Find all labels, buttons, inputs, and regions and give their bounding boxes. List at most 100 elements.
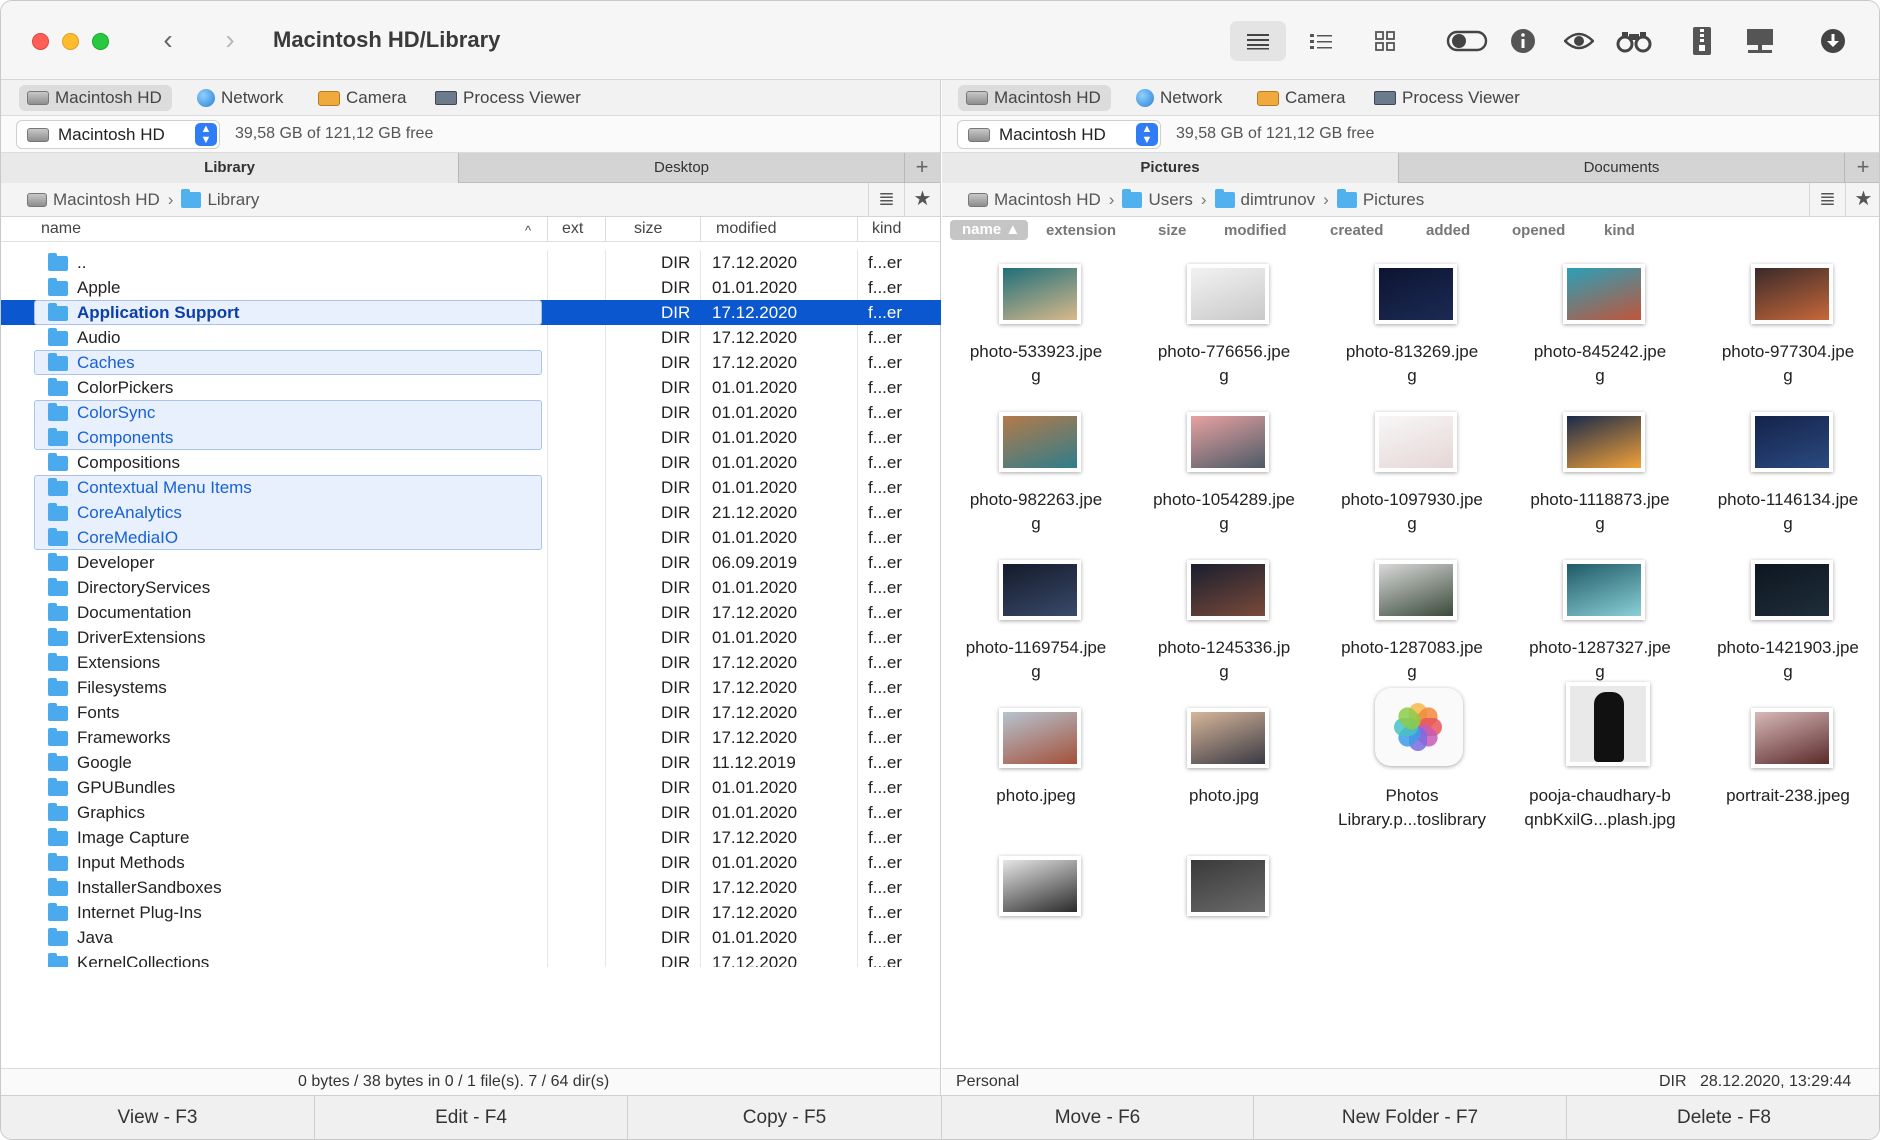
breadcrumb-item[interactable]: Library bbox=[181, 188, 259, 210]
table-row[interactable]: Caches DIR 17.12.2020 f...er bbox=[1, 350, 941, 375]
grid-item[interactable]: photo-1287083.jpe g bbox=[1318, 546, 1506, 694]
grid-item[interactable]: Photos Library.p...toslibrary bbox=[1318, 688, 1506, 842]
breadcrumb-item[interactable]: Macintosh HD bbox=[968, 190, 1101, 210]
favorite-star-icon[interactable]: ★ bbox=[1845, 183, 1879, 217]
breadcrumb-item[interactable]: Users bbox=[1122, 188, 1193, 210]
delete-button[interactable]: Delete - F8 bbox=[1567, 1096, 1879, 1139]
table-row[interactable]: Internet Plug-Ins DIR 17.12.2020 f...er bbox=[1, 900, 941, 925]
grid-item[interactable]: photo-845242.jpe g bbox=[1506, 250, 1694, 398]
table-row[interactable]: Developer DIR 06.09.2019 f...er bbox=[1, 550, 941, 575]
grid-item[interactable]: photo-813269.jpe g bbox=[1318, 250, 1506, 398]
grid-item[interactable]: photo-1421903.jpe g bbox=[1694, 546, 1879, 694]
col-size[interactable]: size bbox=[634, 220, 662, 238]
grid-item[interactable]: photo-982263.jpe g bbox=[942, 398, 1130, 546]
new-tab-button[interactable]: + bbox=[1845, 153, 1879, 183]
table-row[interactable]: Apple DIR 01.01.2020 f...er bbox=[1, 275, 941, 300]
table-row[interactable]: Application Support DIR 17.12.2020 f...er bbox=[1, 300, 941, 325]
drive-selector[interactable]: Macintosh HD ▲ ▼ bbox=[16, 120, 220, 149]
grid-item[interactable] bbox=[1130, 842, 1318, 990]
table-row[interactable]: CoreAnalytics DIR 21.12.2020 f...er bbox=[1, 500, 941, 525]
fav-camera[interactable]: Camera bbox=[1249, 85, 1355, 111]
close-window-button[interactable] bbox=[32, 33, 49, 50]
zoom-window-button[interactable] bbox=[92, 33, 109, 50]
grid-item[interactable]: photo-533923.jpe g bbox=[942, 250, 1130, 398]
table-row[interactable]: Graphics DIR 01.01.2020 f...er bbox=[1, 800, 941, 825]
table-row[interactable]: Documentation DIR 17.12.2020 f...er bbox=[1, 600, 941, 625]
view-options-icon[interactable]: ≣ bbox=[868, 183, 904, 217]
breadcrumb-item[interactable]: Macintosh HD bbox=[27, 190, 160, 210]
breadcrumb-item[interactable]: dimtrunov bbox=[1214, 188, 1315, 210]
binoculars-search-icon[interactable] bbox=[1606, 21, 1662, 61]
edit-button[interactable]: Edit - F4 bbox=[315, 1096, 628, 1139]
view-button[interactable]: View - F3 bbox=[1, 1096, 315, 1139]
table-row[interactable]: Frameworks DIR 17.12.2020 f...er bbox=[1, 725, 941, 750]
fav-macintosh-hd[interactable]: Macintosh HD bbox=[958, 85, 1111, 111]
grid-item[interactable]: photo-1287327.jpe g bbox=[1506, 546, 1694, 694]
network-connect-icon[interactable] bbox=[1732, 21, 1788, 61]
favorite-star-icon[interactable]: ★ bbox=[904, 183, 940, 217]
drive-selector[interactable]: Macintosh HD ▲ ▼ bbox=[957, 120, 1161, 149]
sort-size[interactable]: size bbox=[1158, 222, 1186, 239]
sort-modified[interactable]: modified bbox=[1224, 222, 1287, 239]
table-row[interactable]: Google DIR 11.12.2019 f...er bbox=[1, 750, 941, 775]
new-folder-button[interactable]: New Folder - F7 bbox=[1254, 1096, 1567, 1139]
grid-item[interactable]: photo-1245336.jp g bbox=[1130, 546, 1318, 694]
tab-desktop[interactable]: Desktop bbox=[459, 153, 905, 183]
grid-item[interactable]: pooja-chaudhary-b qnbKxilG...plash.jpg bbox=[1506, 682, 1694, 842]
table-row[interactable]: Audio DIR 17.12.2020 f...er bbox=[1, 325, 941, 350]
table-row[interactable]: ColorPickers DIR 01.01.2020 f...er bbox=[1, 375, 941, 400]
grid-item[interactable]: photo-1146134.jpe g bbox=[1694, 398, 1879, 546]
table-row[interactable]: ColorSync DIR 01.01.2020 f...er bbox=[1, 400, 941, 425]
sort-name[interactable]: name ▲ bbox=[950, 220, 1029, 240]
grid-item[interactable]: photo-1169754.jpe g bbox=[942, 546, 1130, 694]
info-icon[interactable] bbox=[1495, 21, 1551, 61]
detail-list-icon[interactable] bbox=[1293, 21, 1349, 61]
sort-added[interactable]: added bbox=[1426, 222, 1470, 239]
grid-view-icon[interactable] bbox=[1357, 21, 1413, 61]
fav-process-viewer[interactable]: Process Viewer bbox=[1366, 85, 1530, 111]
grid-item[interactable]: photo-776656.jpe g bbox=[1130, 250, 1318, 398]
archive-zip-icon[interactable] bbox=[1674, 21, 1730, 61]
table-row[interactable]: DriverExtensions DIR 01.01.2020 f...er bbox=[1, 625, 941, 650]
grid-item[interactable]: photo-977304.jpe g bbox=[1694, 250, 1879, 398]
grid-item[interactable]: photo.jpeg bbox=[942, 694, 1130, 842]
table-row[interactable]: KernelCollections DIR 17.12.2020 f...er bbox=[1, 950, 941, 967]
view-options-icon[interactable]: ≣ bbox=[1809, 183, 1845, 217]
tab-documents[interactable]: Documents bbox=[1399, 153, 1845, 183]
table-row[interactable]: Input Methods DIR 01.01.2020 f...er bbox=[1, 850, 941, 875]
col-modified[interactable]: modified bbox=[716, 220, 776, 238]
preview-eye-icon[interactable] bbox=[1551, 21, 1607, 61]
sort-opened[interactable]: opened bbox=[1512, 222, 1565, 239]
file-list[interactable]: .. DIR 17.12.2020 f...er Apple DIR 01.01.2020 f… bbox=[1, 250, 941, 967]
sort-created[interactable]: created bbox=[1330, 222, 1383, 239]
table-row[interactable]: Filesystems DIR 17.12.2020 f...er bbox=[1, 675, 941, 700]
table-row[interactable]: InstallerSandboxes DIR 17.12.2020 f...er bbox=[1, 875, 941, 900]
minimize-window-button[interactable] bbox=[62, 33, 79, 50]
list-view-icon[interactable] bbox=[1230, 21, 1286, 61]
table-row[interactable]: Components DIR 01.01.2020 f...er bbox=[1, 425, 941, 450]
grid-item[interactable]: photo-1097930.jpe g bbox=[1318, 398, 1506, 546]
new-tab-button[interactable]: + bbox=[904, 153, 940, 183]
table-row[interactable]: Image Capture DIR 17.12.2020 f...er bbox=[1, 825, 941, 850]
download-icon[interactable] bbox=[1805, 21, 1861, 61]
table-row[interactable]: DirectoryServices DIR 01.01.2020 f...er bbox=[1, 575, 941, 600]
breadcrumb-item[interactable]: Pictures bbox=[1336, 188, 1424, 210]
table-row[interactable]: .. DIR 17.12.2020 f...er bbox=[1, 250, 941, 275]
copy-button[interactable]: Copy - F5 bbox=[628, 1096, 942, 1139]
tab-library[interactable]: Library bbox=[1, 153, 459, 183]
fav-process-viewer[interactable]: Process Viewer bbox=[427, 85, 591, 111]
tab-pictures[interactable]: Pictures bbox=[942, 153, 1399, 183]
grid-item[interactable]: photo-1054289.jpe g bbox=[1130, 398, 1318, 546]
table-row[interactable]: Compositions DIR 01.01.2020 f...er bbox=[1, 450, 941, 475]
table-row[interactable]: Fonts DIR 17.12.2020 f...er bbox=[1, 700, 941, 725]
table-row[interactable]: GPUBundles DIR 01.01.2020 f...er bbox=[1, 775, 941, 800]
col-name[interactable]: name bbox=[41, 220, 81, 238]
col-kind[interactable]: kind bbox=[872, 220, 901, 238]
back-button[interactable]: ‹ bbox=[153, 25, 183, 57]
table-row[interactable]: CoreMediaIO DIR 01.01.2020 f...er bbox=[1, 525, 941, 550]
col-ext[interactable]: ext bbox=[562, 220, 583, 238]
table-row[interactable]: Contextual Menu Items DIR 01.01.2020 f...er bbox=[1, 475, 941, 500]
fav-network[interactable]: Network bbox=[189, 85, 293, 111]
icon-grid[interactable]: photo-533923.jpe g photo-776656.jpe g phot… bbox=[942, 250, 1879, 1067]
fav-camera[interactable]: Camera bbox=[310, 85, 416, 111]
